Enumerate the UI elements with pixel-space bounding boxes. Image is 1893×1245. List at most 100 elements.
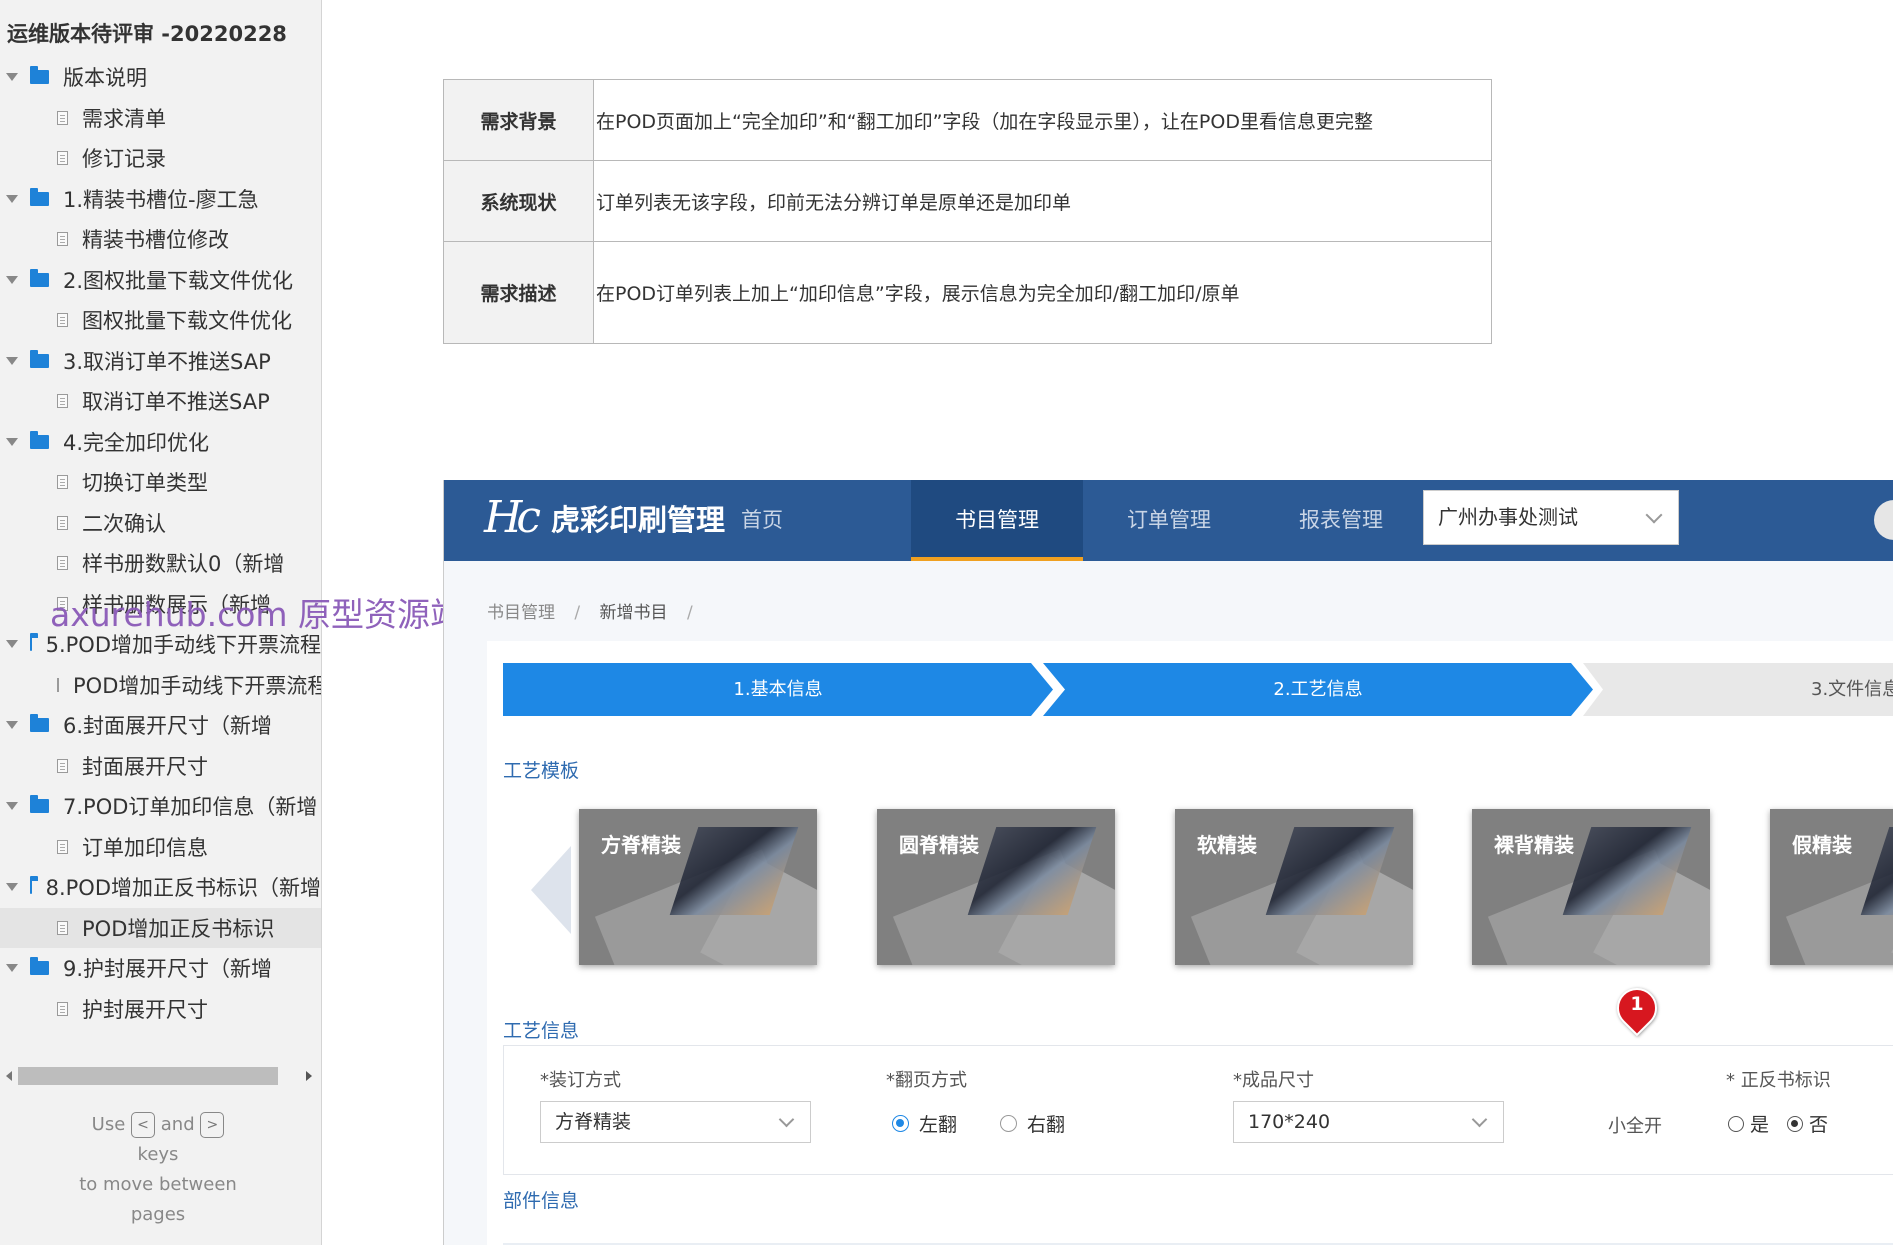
tree-label: 样书册数默认0（新增: [82, 552, 285, 577]
table-row: 系统现状 订单列表无该字段，印前无法分辨订单是原单还是加印单: [443, 160, 1492, 242]
step-file-info-label: 3.文件信息: [1811, 679, 1893, 700]
folder-icon: [30, 187, 49, 206]
template-card[interactable]: 圆脊精装: [877, 809, 1115, 965]
tree-page[interactable]: 修订记录: [0, 138, 321, 179]
caret-down-icon[interactable]: [6, 356, 18, 365]
step-craft-info[interactable]: 2.工艺信息: [1043, 663, 1593, 716]
tree-label: 8.POD增加正反书标识（新增: [45, 876, 321, 901]
caret-down-icon[interactable]: [6, 721, 18, 730]
tree-folder[interactable]: 6.封面展开尺寸（新增: [0, 705, 321, 746]
scroll-left-arrow-icon[interactable]: [6, 1071, 12, 1081]
step-file-info[interactable]: 3.文件信息: [1583, 663, 1893, 716]
radio-sided-no[interactable]: 否: [1787, 1110, 1828, 1137]
req-key: 需求描述: [443, 241, 594, 344]
radio-flip-right[interactable]: 右翻: [1000, 1110, 1065, 1137]
radio-flip-left[interactable]: 左翻: [892, 1110, 957, 1137]
tree-folder[interactable]: 7.POD订单加印信息（新增: [0, 786, 321, 827]
watermark: axurehub.com 原型资源站: [50, 595, 464, 634]
page-icon: [57, 313, 68, 328]
avatar[interactable]: [1874, 500, 1893, 540]
tree-page[interactable]: 取消订单不推送SAP: [0, 381, 321, 422]
logo-mark: Hc: [484, 492, 541, 543]
caret-down-icon[interactable]: [6, 437, 18, 446]
caret-down-icon[interactable]: [6, 883, 18, 892]
tree-label: 2.图权批量下载文件优化: [63, 268, 294, 293]
size-select[interactable]: 170*240: [1233, 1101, 1504, 1143]
tree-label: 4.完全加印优化: [63, 430, 210, 455]
tree-folder[interactable]: 1.精装书槽位-廖工急: [0, 179, 321, 220]
tree-folder[interactable]: 9.护封展开尺寸（新增: [0, 948, 321, 989]
req-key: 需求背景: [443, 79, 594, 161]
folder-icon: [30, 957, 49, 976]
scrollbar-thumb[interactable]: [18, 1067, 278, 1085]
annotation-marker-icon[interactable]: 1: [1608, 979, 1666, 1037]
radio-selected-icon: [892, 1115, 909, 1132]
tree-page[interactable]: 二次确认: [0, 503, 321, 544]
keyboard-hint: Use < and > keys to move between pages: [0, 1110, 316, 1230]
hint-and: and: [160, 1114, 195, 1135]
nav-catalog[interactable]: 书目管理: [911, 480, 1083, 561]
tree-label: 切换订单类型: [82, 471, 208, 496]
radio-unselected-icon: [1728, 1115, 1744, 1132]
horizontal-scrollbar[interactable]: [6, 1066, 312, 1086]
tree-folder[interactable]: 8.POD增加正反书标识（新增: [0, 867, 321, 908]
hint-use: Use: [91, 1114, 126, 1135]
tree-page[interactable]: 需求清单: [0, 98, 321, 139]
caret-down-icon[interactable]: [6, 640, 18, 649]
tree-page[interactable]: 样书册数默认0（新增: [0, 543, 321, 584]
tree-page[interactable]: 订单加印信息: [0, 827, 321, 868]
tree-label: 需求清单: [82, 106, 166, 131]
template-card[interactable]: 软精装: [1175, 809, 1413, 965]
tree-folder[interactable]: 4.完全加印优化: [0, 422, 321, 463]
tree-folder[interactable]: 版本说明: [0, 57, 321, 98]
caret-down-icon[interactable]: [6, 73, 18, 82]
template-card[interactable]: 假精装: [1770, 809, 1893, 965]
template-card[interactable]: 方脊精装: [579, 809, 817, 965]
tree-label: 7.POD订单加印信息（新增: [63, 795, 318, 820]
breadcrumb: 书目管理 / 新增书目 /: [487, 598, 707, 623]
binding-select[interactable]: 方脊精装: [540, 1101, 811, 1143]
template-card[interactable]: 裸背精装: [1472, 809, 1710, 965]
tree-page[interactable]: 精装书槽位修改: [0, 219, 321, 260]
tree-folder[interactable]: 2.图权批量下载文件优化: [0, 260, 321, 301]
page-icon: [57, 151, 68, 166]
tree-label: 封面展开尺寸: [82, 754, 208, 779]
caret-down-icon[interactable]: [6, 275, 18, 284]
tree-page[interactable]: POD增加正反书标识: [0, 907, 321, 948]
tree-page[interactable]: 切换订单类型: [0, 462, 321, 503]
org-select[interactable]: 广州办事处测试: [1423, 490, 1679, 545]
nav-reports[interactable]: 报表管理: [1255, 480, 1427, 561]
tree-label: 修订记录: [82, 147, 166, 172]
caret-down-icon[interactable]: [6, 194, 18, 203]
tree-label: 3.取消订单不推送SAP: [63, 349, 271, 374]
tree-page[interactable]: 护封展开尺寸: [0, 989, 321, 1030]
radio-unselected-icon: [1000, 1115, 1017, 1132]
nav-orders[interactable]: 订单管理: [1083, 480, 1255, 561]
page-icon: [57, 515, 68, 530]
caret-down-icon[interactable]: [6, 964, 18, 973]
tree-page[interactable]: POD增加手动线下开票流程: [0, 665, 321, 706]
page-icon: [57, 677, 59, 692]
app-mockup: Hc 虎彩印刷管理 首页 书目管理 订单管理 报表管理 广州办事处测试 书目管理…: [443, 480, 1893, 1245]
folder-icon: [30, 268, 49, 287]
step-basic-info[interactable]: 1.基本信息: [503, 663, 1053, 716]
scroll-right-arrow-icon[interactable]: [306, 1071, 312, 1081]
size-name: 小全开: [1608, 1116, 1662, 1137]
breadcrumb-item[interactable]: 书目管理: [487, 603, 555, 623]
chevron-down-icon: [778, 1111, 795, 1128]
tree-label: 9.护封展开尺寸（新增: [63, 957, 273, 982]
nav-home[interactable]: 首页: [682, 480, 842, 561]
tree-page[interactable]: 图权批量下载文件优化: [0, 300, 321, 341]
template-label: 方脊精装: [601, 833, 681, 857]
req-value: 订单列表无该字段，印前无法分辨订单是原单还是加印单: [593, 160, 1492, 242]
tree-folder[interactable]: 3.取消订单不推送SAP: [0, 341, 321, 382]
radio-label: 否: [1809, 1114, 1829, 1136]
book-image: [1860, 827, 1893, 915]
caret-down-icon[interactable]: [6, 802, 18, 811]
size-value: 170*240: [1248, 1111, 1331, 1133]
hint-to-move: to move between: [79, 1174, 237, 1195]
carousel-prev-icon[interactable]: [531, 846, 571, 934]
radio-sided-yes[interactable]: 是: [1728, 1110, 1769, 1137]
template-section-title: 工艺模板: [503, 760, 580, 782]
tree-page[interactable]: 封面展开尺寸: [0, 746, 321, 787]
